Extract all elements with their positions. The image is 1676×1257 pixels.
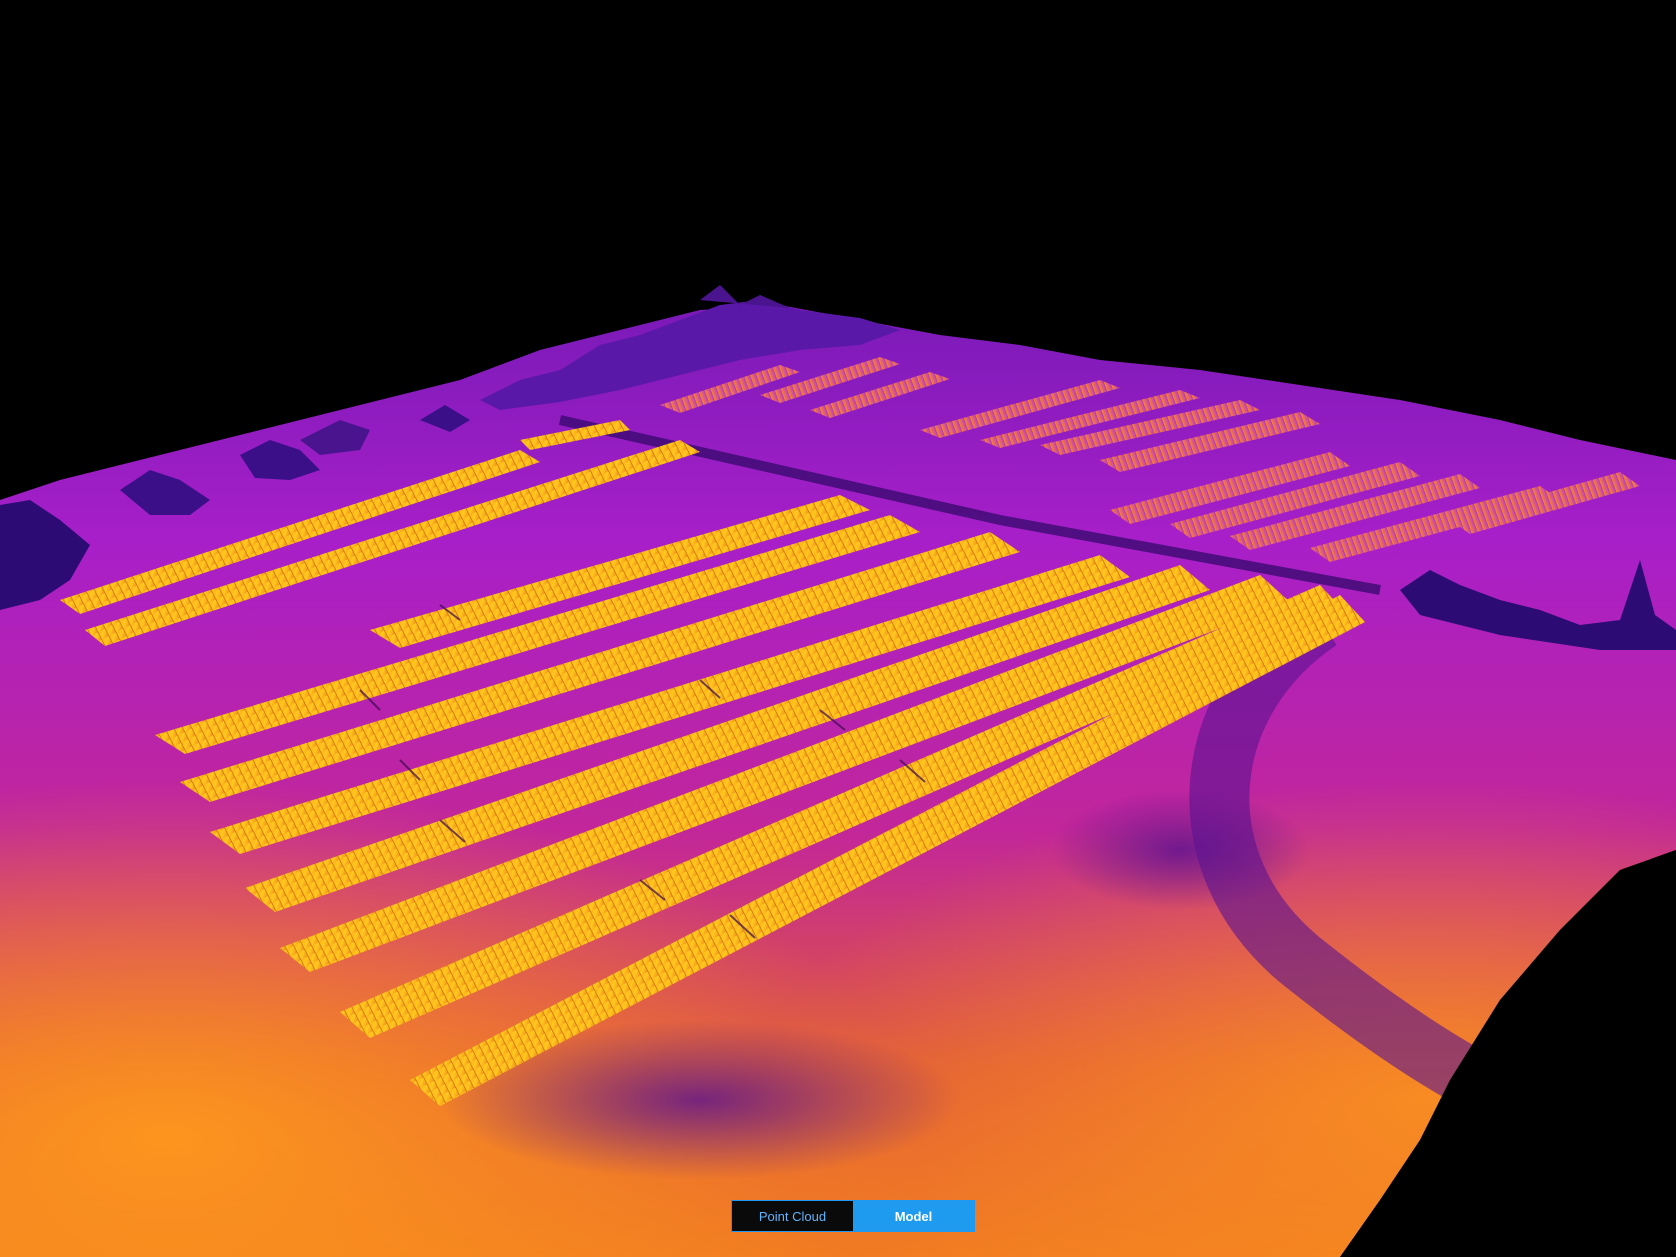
model-button[interactable]: Model — [853, 1201, 974, 1231]
view-mode-toggle[interactable]: Point Cloud Model — [731, 1200, 975, 1232]
point-cloud-button[interactable]: Point Cloud — [732, 1201, 853, 1231]
thermal-terrain-model[interactable] — [0, 0, 1676, 1257]
3d-viewer[interactable]: Point Cloud Model — [0, 0, 1676, 1257]
